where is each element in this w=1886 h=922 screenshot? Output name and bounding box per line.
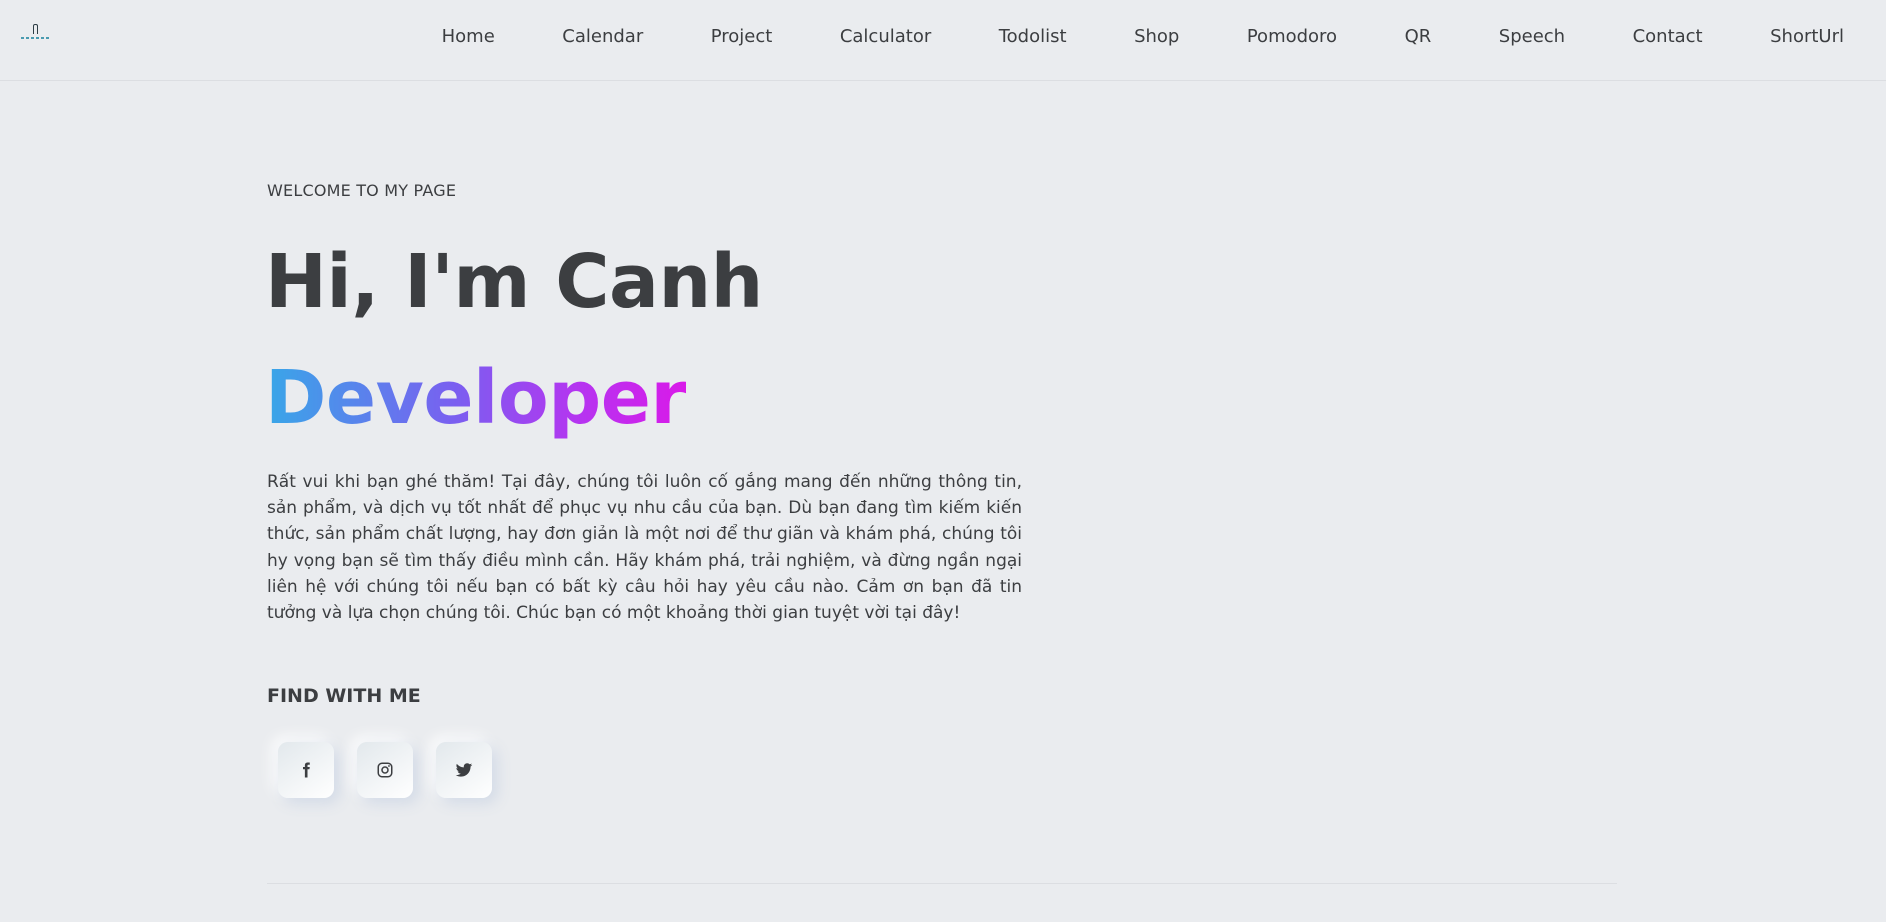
nav-todolist[interactable]: Todolist [999, 23, 1067, 51]
site-logo[interactable] [20, 22, 52, 44]
nav-project[interactable]: Project [711, 23, 773, 51]
nav-pomodoro[interactable]: Pomodoro [1247, 23, 1337, 51]
hero-description: Rất vui khi bạn ghé thăm! Tại đây, chúng… [267, 472, 1022, 624]
logo-wordmark [21, 37, 51, 39]
nav-shop[interactable]: Shop [1134, 23, 1179, 51]
nav-home[interactable]: Home [442, 23, 495, 51]
welcome-eyebrow: WELCOME TO MY PAGE [267, 181, 457, 200]
twitter-icon [455, 763, 473, 777]
site-header: Home Calendar Project Calculator Todolis… [0, 0, 1886, 81]
facebook-icon [303, 762, 310, 778]
logo-mark [33, 24, 38, 34]
nav-speech[interactable]: Speech [1499, 23, 1565, 51]
section-divider [267, 883, 1617, 884]
hero-role: Developer [265, 350, 687, 446]
social-links [278, 742, 515, 798]
main-nav: Home Calendar Project Calculator Todolis… [442, 23, 1844, 51]
find-with-me-heading: FIND WITH ME [267, 685, 421, 707]
nav-shorturl[interactable]: ShortUrl [1770, 23, 1844, 51]
twitter-button[interactable] [436, 742, 492, 798]
instagram-icon [377, 762, 393, 778]
nav-calendar[interactable]: Calendar [562, 23, 643, 51]
nav-calculator[interactable]: Calculator [840, 23, 931, 51]
facebook-button[interactable] [278, 742, 334, 798]
instagram-button[interactable] [357, 742, 413, 798]
nav-contact[interactable]: Contact [1633, 23, 1703, 51]
hero-title: Hi, I'm Canh [265, 239, 763, 325]
nav-qr[interactable]: QR [1405, 23, 1432, 51]
